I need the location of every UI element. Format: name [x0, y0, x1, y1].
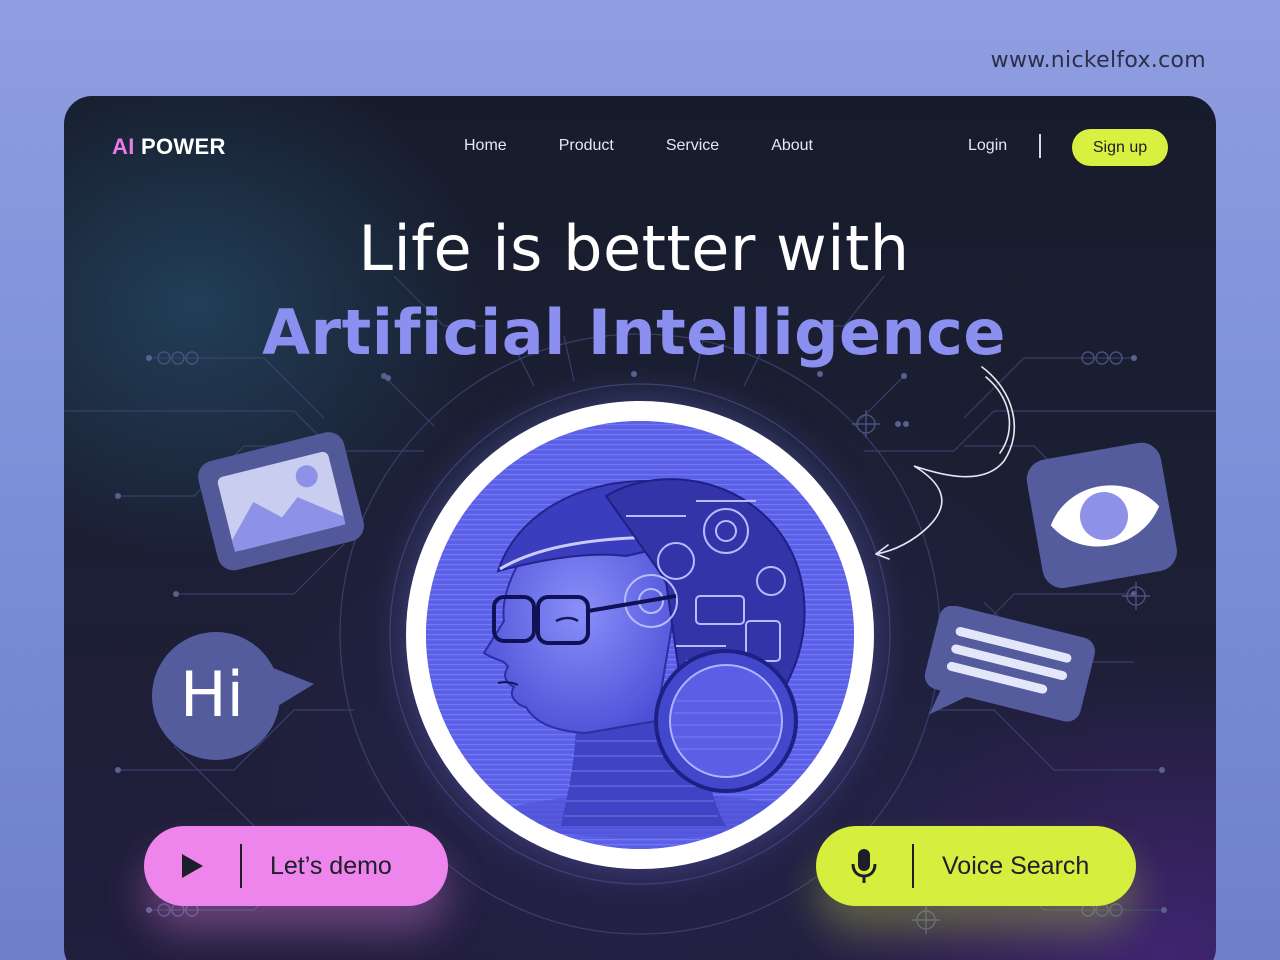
nav-link-about[interactable]: About	[771, 137, 813, 155]
logo-accent: AI	[112, 134, 135, 159]
nav-link-home[interactable]: Home	[464, 137, 507, 155]
brand-logo[interactable]: AI POWER	[112, 134, 226, 160]
signup-button[interactable]: Sign up	[1072, 129, 1168, 166]
ai-head-illustration	[426, 421, 854, 849]
lets-demo-label: Let’s demo	[270, 851, 392, 880]
microphone-icon	[816, 848, 912, 884]
eye-card-icon	[1026, 442, 1177, 589]
play-icon	[144, 853, 240, 879]
landing-page-frame: AI POWER Home Product Service About Logi…	[64, 96, 1216, 960]
lets-demo-button[interactable]: Let’s demo	[144, 826, 448, 906]
hero-headline: Life is better with	[358, 212, 910, 285]
hero-headline-accent: Artificial Intelligence	[262, 296, 1006, 369]
chat-hi-text: Hi	[180, 658, 244, 731]
nav-link-service[interactable]: Service	[666, 137, 719, 155]
nav-links: Home Product Service About	[464, 137, 865, 155]
logo-text: POWER	[141, 134, 226, 159]
site-url: www.nickelfox.com	[990, 48, 1206, 73]
top-nav: AI POWER Home Product Service About Logi…	[64, 96, 1216, 198]
ai-head-portrait	[426, 421, 854, 849]
login-link[interactable]: Login	[968, 137, 1007, 155]
chat-hi-icon: Hi	[150, 626, 320, 766]
arrow-doodle-icon	[875, 366, 1016, 560]
nav-divider	[1039, 134, 1041, 158]
image-card-icon	[198, 432, 364, 571]
voice-search-label: Voice Search	[942, 851, 1090, 880]
voice-search-button[interactable]: Voice Search	[816, 826, 1136, 906]
nav-link-product[interactable]: Product	[559, 137, 614, 155]
message-lines-icon	[924, 606, 1095, 722]
